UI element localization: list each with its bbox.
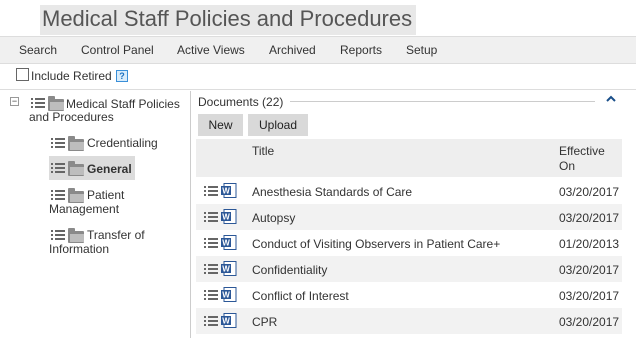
column-effective[interactable]: Effective <box>559 144 605 158</box>
list-icon[interactable] <box>204 238 218 249</box>
document-title[interactable]: Anesthesia Standards of Care <box>252 185 412 199</box>
upload-button[interactable]: Upload <box>248 114 308 136</box>
document-title[interactable]: Confidentiality <box>252 263 327 277</box>
svg-text:W: W <box>222 265 230 274</box>
svg-text:W: W <box>222 239 230 248</box>
word-document-icon[interactable]: W <box>221 235 237 250</box>
documents-header: Documents (22) <box>198 95 284 109</box>
table-row[interactable]: W Confidentiality 03/20/2017 <box>196 256 622 282</box>
nav-search[interactable]: Search <box>19 43 57 57</box>
help-icon[interactable]: ? <box>116 70 128 82</box>
collapse-toggle-icon[interactable]: − <box>10 97 19 106</box>
table-row[interactable]: W Autopsy 03/20/2017 <box>196 204 622 230</box>
title-bar: Medical Staff Policies and Procedures <box>0 0 636 36</box>
tree-item-transfer[interactable]: Transfer of <box>87 228 145 242</box>
header-divider <box>290 101 595 102</box>
main-nav: Search Control Panel Active Views Archiv… <box>0 36 636 63</box>
list-icon <box>51 163 65 174</box>
word-document-icon[interactable]: W <box>221 287 237 302</box>
folder-icon <box>68 161 84 176</box>
include-retired-checkbox[interactable] <box>16 68 29 81</box>
effective-date: 01/20/2013 <box>559 237 620 251</box>
tree-item-credentialing[interactable]: Credentialing <box>87 136 158 150</box>
effective-date: 03/20/2017 <box>559 289 620 303</box>
svg-text:W: W <box>222 317 230 326</box>
folder-icon <box>68 136 84 151</box>
list-icon[interactable] <box>204 316 218 327</box>
word-document-icon[interactable]: W <box>221 209 237 224</box>
tree-item-general[interactable]: General <box>87 162 132 176</box>
table-row[interactable]: W Anesthesia Standards of Care 03/20/201… <box>196 178 622 204</box>
nav-archived[interactable]: Archived <box>269 43 316 57</box>
svg-text:W: W <box>222 187 230 196</box>
new-button[interactable]: New <box>198 114 243 136</box>
list-icon[interactable] <box>204 212 218 223</box>
word-document-icon[interactable]: W <box>221 261 237 276</box>
tree-item-transfer-line2[interactable]: Information <box>49 242 109 256</box>
table-row[interactable]: W Conflict of Interest 03/20/2017 <box>196 282 622 308</box>
pane-divider[interactable] <box>190 91 191 338</box>
effective-date: 03/20/2017 <box>559 211 620 225</box>
nav-setup[interactable]: Setup <box>406 43 437 57</box>
table-row[interactable]: W Conduct of Visiting Observers in Patie… <box>196 230 622 256</box>
page-title: Medical Staff Policies and Procedures <box>40 5 417 35</box>
effective-date: 03/20/2017 <box>559 263 620 277</box>
document-title[interactable]: Autopsy <box>252 211 295 225</box>
list-icon <box>31 98 45 109</box>
list-icon[interactable] <box>204 186 218 197</box>
caret-up-icon[interactable] <box>606 95 616 103</box>
list-icon <box>51 190 65 201</box>
table-row[interactable]: W CPR 03/20/2017 <box>196 308 622 334</box>
list-icon <box>51 230 65 241</box>
document-title[interactable]: CPR <box>252 315 277 329</box>
effective-date: 03/20/2017 <box>559 185 620 199</box>
word-document-icon[interactable]: W <box>221 183 237 198</box>
svg-text:W: W <box>222 291 230 300</box>
nav-reports[interactable]: Reports <box>340 43 382 57</box>
svg-text:W: W <box>222 213 230 222</box>
table-header: Title Effective On <box>196 139 622 177</box>
filter-bar: Include Retired ? <box>0 63 636 90</box>
column-title[interactable]: Title <box>252 144 274 158</box>
list-icon[interactable] <box>204 290 218 301</box>
word-document-icon[interactable]: W <box>221 313 237 328</box>
effective-date: 03/20/2017 <box>559 315 620 329</box>
tree-item-patient-line2[interactable]: Management <box>49 202 119 216</box>
nav-control-panel[interactable]: Control Panel <box>81 43 154 57</box>
include-retired-label[interactable]: Include Retired <box>31 69 112 83</box>
list-icon[interactable] <box>204 264 218 275</box>
tree-item-patient[interactable]: Patient <box>87 188 124 202</box>
tree-root-label[interactable]: Medical Staff Policies <box>66 97 180 111</box>
column-effective-line2[interactable]: On <box>559 159 575 173</box>
document-title[interactable]: Conduct of Visiting Observers in Patient… <box>252 237 500 251</box>
tree-root-label-line2[interactable]: and Procedures <box>29 110 114 124</box>
document-title[interactable]: Conflict of Interest <box>252 289 349 303</box>
nav-active-views[interactable]: Active Views <box>177 43 245 57</box>
list-icon <box>51 138 65 149</box>
